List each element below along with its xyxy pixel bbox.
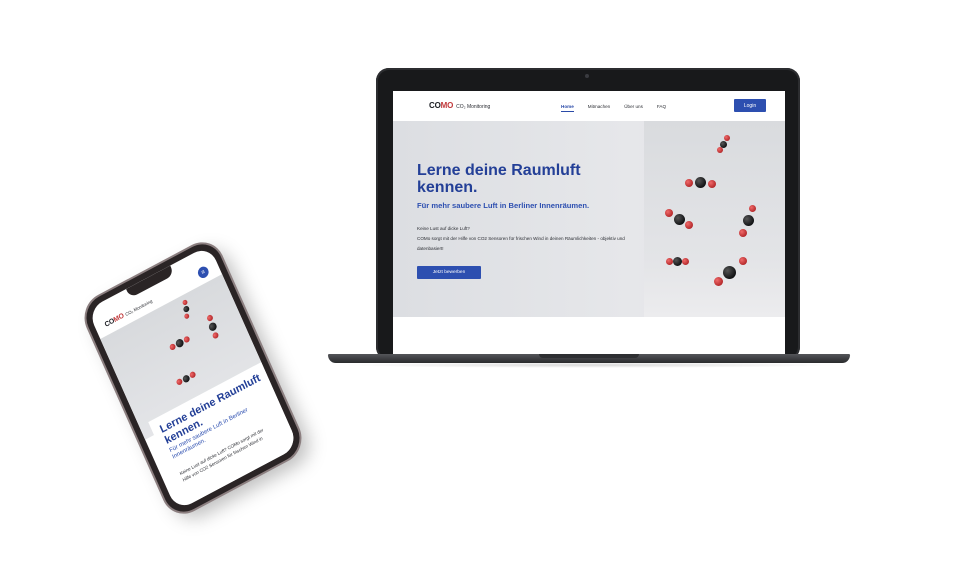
molecule-atom	[717, 147, 723, 153]
nav-mitmachen[interactable]: Mitmachen	[588, 104, 610, 112]
laptop-device: COMO CO₂ Monitoring Home Mitmachen Über …	[376, 68, 800, 360]
hero-text: Keine Lust auf dicke Luft? COMo sorgt mi…	[417, 224, 632, 254]
login-button[interactable]: Login	[734, 99, 766, 112]
nav-home[interactable]: Home	[561, 104, 574, 112]
hero-text-line: COMo sorgt mit der Hilfe von CO2 Sensore…	[417, 236, 625, 251]
molecule-atom	[206, 313, 214, 323]
site-header: COMO CO₂ Monitoring Home Mitmachen Über …	[393, 91, 785, 122]
molecule-atom	[723, 266, 736, 279]
molecule-atom	[674, 214, 685, 225]
hero-title: Lerne deine Raumluft kennen.	[417, 162, 581, 196]
molecule-atom	[739, 229, 747, 237]
molecule-atom	[665, 209, 673, 217]
laptop-hinge-notch	[539, 354, 639, 358]
nav-faq[interactable]: FAQ	[657, 104, 666, 112]
laptop-shadow	[340, 362, 840, 368]
molecule-atom	[743, 215, 754, 226]
nav-ueber-uns[interactable]: Über uns	[624, 104, 643, 112]
phone-screen: COMO CO₂ Monitoring ≡ Lerne deine Raumlu…	[87, 244, 299, 512]
molecule-atom	[207, 321, 218, 333]
hero-subtitle: Für mehr saubere Luft in Berliner Innenr…	[417, 201, 590, 210]
hero-image	[644, 121, 785, 317]
molecule-atom	[183, 312, 190, 320]
apply-button[interactable]: Jetzt bewerben	[417, 266, 481, 279]
logo-mark: COMO	[429, 101, 454, 110]
molecule-atom	[708, 180, 716, 188]
molecule-atom	[685, 221, 693, 229]
camera-icon	[585, 74, 589, 78]
phone-device: COMO CO₂ Monitoring ≡ Lerne deine Raumlu…	[79, 236, 307, 520]
hero-section: Lerne deine Raumluft kennen. Für mehr sa…	[393, 121, 785, 317]
molecule-atom	[685, 179, 693, 187]
molecule-atom	[695, 177, 706, 188]
main-nav: Home Mitmachen Über uns FAQ	[561, 104, 666, 112]
molecule-atom	[739, 257, 747, 265]
logo-text: CO₂ Monitoring	[456, 104, 491, 110]
phone-frame: COMO CO₂ Monitoring ≡ Lerne deine Raumlu…	[79, 236, 307, 520]
page-below-hero	[393, 317, 785, 356]
molecule-atom	[182, 335, 191, 344]
molecule-atom	[714, 277, 723, 286]
site-logo[interactable]: COMO CO₂ Monitoring	[429, 101, 490, 110]
molecule-atom	[682, 258, 689, 265]
molecule-atom	[749, 205, 756, 212]
molecule-atom	[673, 257, 682, 266]
molecule-atom	[724, 135, 730, 141]
molecule-atom	[182, 304, 191, 314]
menu-icon[interactable]: ≡	[196, 264, 211, 280]
hero-text-line: Keine Lust auf dicke Luft?	[417, 226, 470, 231]
laptop-screen: COMO CO₂ Monitoring Home Mitmachen Über …	[393, 91, 785, 356]
molecule-atom	[666, 258, 673, 265]
molecule-atom	[211, 331, 220, 340]
